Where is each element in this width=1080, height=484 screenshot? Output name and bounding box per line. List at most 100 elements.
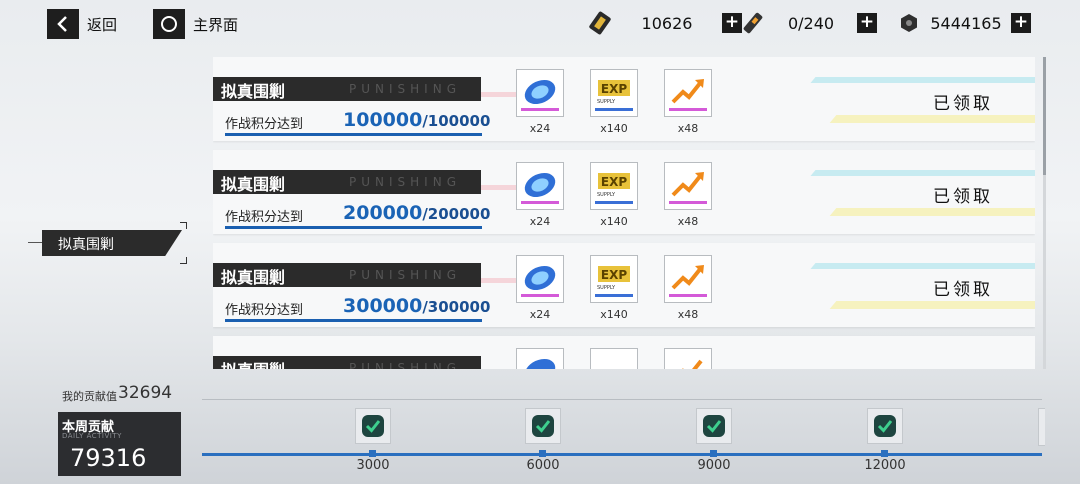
milestone-node (539, 450, 546, 457)
reward-item[interactable]: x24 (516, 162, 564, 228)
coin-icon (901, 14, 917, 32)
milestone-node (710, 450, 717, 457)
reward-item[interactable]: x24 (516, 255, 564, 321)
svg-text:EXP: EXP (601, 82, 627, 96)
reward-item[interactable]: EXP SUPPLY x140 (590, 69, 638, 135)
add-ticket-button[interactable]: + (722, 13, 742, 33)
exp-supply-icon: EXP SUPPLY (590, 255, 638, 303)
weekly-subtitle: DAILY ACTIVITY (62, 432, 122, 440)
milestone-label: 9000 (697, 458, 731, 473)
ticket-count: 10626 (641, 13, 693, 33)
mission-name: 拟真围剿 (221, 82, 286, 101)
mission-progress: 100000/100000 (343, 109, 491, 131)
mission-progress-bar (225, 319, 482, 322)
reward-item[interactable]: x48 (664, 162, 712, 228)
svg-text:EXP: EXP (601, 175, 627, 189)
resource-coin: 5444165 + (897, 12, 1031, 34)
stamina-count: 0/240 (787, 13, 835, 33)
exp-supply-icon: EXP SUPPLY (590, 162, 638, 210)
svg-text:SUPPLY: SUPPLY (597, 99, 616, 105)
mission-watermark: PUNISHING (349, 268, 461, 282)
svg-text:SUPPLY: SUPPLY (597, 192, 616, 198)
add-stamina-button[interactable]: + (857, 13, 877, 33)
reward-item[interactable]: EXP SUPPLY x140 (590, 162, 638, 228)
home-circle-icon (153, 9, 185, 39)
mission-condition: 作战积分达到 (225, 210, 304, 225)
orange-arrow-supply-icon (664, 69, 712, 117)
milestone-reward[interactable]: 3000 (355, 408, 391, 473)
mission-progress: 200000/200000 (343, 202, 491, 224)
weekly-value: 79316 (70, 444, 147, 472)
coin-count: 5444165 (930, 13, 1002, 33)
sidebar-tab-active[interactable]: 拟真围剿 (42, 230, 182, 256)
ticket-icon (589, 11, 611, 35)
reward-count: x140 (600, 122, 628, 135)
check-icon (696, 408, 732, 444)
milestone-reward[interactable]: 12000 (864, 408, 906, 473)
mission-watermark: PUNISHING (349, 175, 461, 189)
milestone-reward-partial[interactable] (1038, 408, 1045, 446)
milestone-node (369, 450, 376, 457)
home-label: 主界面 (193, 15, 239, 34)
reward-item[interactable]: x24 (516, 69, 564, 135)
reward-item[interactable]: x48 (664, 69, 712, 135)
mission-list[interactable]: 拟真围剿 PUNISHING 作战积分达到 100000/100000 x24 … (213, 57, 1035, 369)
mission-progress-bar (225, 226, 482, 229)
exp-supply-icon (590, 348, 638, 369)
reward-item[interactable]: EXP SUPPLY x140 (590, 255, 638, 321)
blue-chip-icon (516, 348, 564, 369)
mission-header: 拟真围剿 PUNISHING (213, 77, 481, 101)
reward-count: x24 (529, 122, 551, 135)
exp-supply-icon: EXP SUPPLY (590, 69, 638, 117)
reward-count: x140 (600, 215, 628, 228)
resource-ticket: 10626 + (588, 11, 742, 35)
svg-text:EXP: EXP (601, 268, 627, 282)
mission-name: 拟真围剿 (221, 268, 286, 287)
blue-chip-icon (516, 162, 564, 210)
check-icon (867, 408, 903, 444)
scrollbar-thumb[interactable] (1043, 57, 1046, 175)
contribution-value: 32694 (118, 383, 173, 403)
mission-header: 拟真围剿 PUNISHING (213, 356, 481, 369)
back-button[interactable]: 返回 (47, 9, 117, 39)
milestone-label: 3000 (356, 458, 390, 473)
claimed-status: 已领取 (933, 94, 993, 114)
reward-item[interactable] (590, 348, 638, 369)
svg-text:SUPPLY: SUPPLY (597, 285, 616, 291)
divider (202, 399, 1042, 400)
reward-count: x24 (529, 308, 551, 321)
milestone-reward[interactable]: 6000 (525, 408, 561, 473)
tab-bracket-top (180, 222, 187, 229)
milestone-reward[interactable]: 9000 (696, 408, 732, 473)
home-button[interactable]: 主界面 (153, 9, 238, 39)
add-coin-button[interactable]: + (1011, 13, 1031, 33)
resource-stamina: 0/240 + (741, 12, 877, 34)
reward-count: x48 (677, 308, 699, 321)
mission-progress: 300000/300000 (343, 295, 491, 317)
mission-watermark: PUNISHING (349, 361, 461, 369)
reward-count: x48 (677, 122, 699, 135)
back-label: 返回 (87, 15, 118, 34)
mission-condition: 作战积分达到 (225, 303, 304, 318)
reward-count: x48 (677, 215, 699, 228)
mission-card-partial: 拟真围剿 PUNISHING (213, 336, 1035, 369)
milestone-node (881, 450, 888, 457)
reward-count: x24 (529, 215, 551, 228)
mission-header: 拟真围剿 PUNISHING (213, 170, 481, 194)
reward-item[interactable] (516, 348, 564, 369)
sidebar-connector (28, 242, 44, 243)
reward-count: x140 (600, 308, 628, 321)
mission-card: 拟真围剿 PUNISHING 作战积分达到 300000/300000 x24 … (213, 243, 1035, 327)
weekly-contribution-panel: 本周贡献 DAILY ACTIVITY 79316 (58, 412, 181, 476)
check-icon (525, 408, 561, 444)
mission-watermark: PUNISHING (349, 82, 461, 96)
reward-item[interactable] (664, 348, 712, 369)
mission-card: 拟真围剿 PUNISHING 作战积分达到 100000/100000 x24 … (213, 57, 1035, 141)
milestone-label: 12000 (864, 458, 906, 473)
reward-item[interactable]: x48 (664, 255, 712, 321)
milestone-label: 6000 (526, 458, 560, 473)
claimed-status: 已领取 (933, 280, 993, 300)
blue-chip-icon (516, 255, 564, 303)
chevron-left-icon (47, 9, 79, 39)
mission-card: 拟真围剿 PUNISHING 作战积分达到 200000/200000 x24 … (213, 150, 1035, 234)
